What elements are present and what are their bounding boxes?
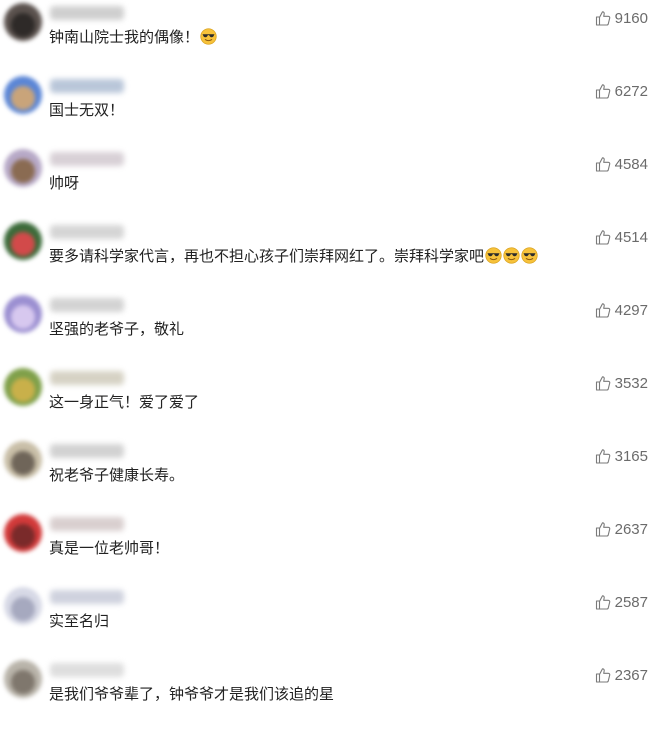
like-count: 4584: [614, 155, 648, 173]
comment-item: 真是一位老帅哥！ 2637: [0, 511, 665, 583]
avatar[interactable]: [4, 3, 42, 41]
comment-item: 坚强的老爷子，敬礼 4297: [0, 292, 665, 364]
like-count: 6272: [614, 82, 648, 100]
like-count: 3165: [614, 447, 648, 465]
thumbs-up-icon: [595, 84, 610, 99]
thumbs-up-icon: [595, 595, 610, 610]
username-blurred[interactable]: [50, 79, 124, 93]
thumbs-up-icon: [595, 157, 610, 172]
sunglasses-emoji-icon: [503, 247, 520, 264]
avatar[interactable]: [4, 295, 42, 333]
thumbs-up-icon: [595, 11, 610, 26]
like-count: 3532: [614, 374, 648, 392]
comment-item: 祝老爷子健康长寿。 3165: [0, 438, 665, 510]
avatar[interactable]: [4, 149, 42, 187]
emoji-group: [484, 247, 538, 265]
comment-item: 实至名归 2587: [0, 584, 665, 656]
comment-item: 国士无双！ 6272: [0, 73, 665, 145]
comment-text-content: 真是一位老帅哥！: [49, 539, 170, 557]
like-button[interactable]: 2587: [595, 593, 648, 611]
comment-text: 真是一位老帅哥！: [49, 537, 169, 559]
comment-text-content: 帅呀: [49, 174, 80, 192]
thumbs-up-icon: [595, 230, 610, 245]
comment-text: 祝老爷子健康长寿。: [49, 464, 184, 486]
comment-text: 坚强的老爷子，敬礼: [49, 318, 184, 340]
like-button[interactable]: 9160: [595, 9, 648, 27]
like-button[interactable]: 4584: [595, 155, 648, 173]
like-button[interactable]: 2637: [595, 520, 648, 538]
like-count: 9160: [614, 9, 648, 27]
comment-list: 钟南山院士我的偶像！ 9160 国士无双！ 6272 帅呀 4584 要多请科学…: [0, 0, 665, 729]
username-blurred[interactable]: [50, 152, 124, 166]
thumbs-up-icon: [595, 303, 610, 318]
username-blurred[interactable]: [50, 6, 124, 20]
comment-text: 帅呀: [49, 172, 79, 194]
comment-text-content: 实至名归: [49, 612, 110, 630]
comment-text-content: 祝老爷子健康长寿。: [49, 466, 185, 484]
comment-item: 帅呀 4584: [0, 146, 665, 218]
username-blurred[interactable]: [50, 663, 124, 677]
like-button[interactable]: 4514: [595, 228, 648, 246]
comment-item: 要多请科学家代言，再也不担心孩子们崇拜网红了。崇拜科学家吧 4514: [0, 219, 665, 291]
thumbs-up-icon: [595, 668, 610, 683]
comment-text: 是我们爷爷辈了，钟爷爷才是我们该追的星: [49, 683, 334, 705]
comment-text: 钟南山院士我的偶像！: [49, 26, 217, 48]
like-button[interactable]: 2367: [595, 666, 648, 684]
like-count: 4297: [614, 301, 648, 319]
username-blurred[interactable]: [50, 225, 124, 239]
sunglasses-emoji-icon: [485, 247, 502, 264]
comment-text-content: 是我们爷爷辈了，钟爷爷才是我们该追的星: [49, 685, 335, 703]
username-blurred[interactable]: [50, 444, 124, 458]
avatar[interactable]: [4, 514, 42, 552]
comment-text: 实至名归: [49, 610, 109, 632]
like-count: 4514: [614, 228, 648, 246]
avatar[interactable]: [4, 660, 42, 698]
avatar[interactable]: [4, 76, 42, 114]
comment-text-content: 这一身正气！爱了爱了: [49, 393, 200, 411]
comment-text: 国士无双！: [49, 99, 124, 121]
comment-text-content: 要多请科学家代言，再也不担心孩子们崇拜网红了。崇拜科学家吧: [49, 247, 485, 265]
like-button[interactable]: 4297: [595, 301, 648, 319]
thumbs-up-icon: [595, 376, 610, 391]
comment-item: 钟南山院士我的偶像！ 9160: [0, 0, 665, 72]
like-button[interactable]: 3165: [595, 447, 648, 465]
comment-text-content: 钟南山院士我的偶像！: [49, 28, 200, 46]
emoji-group: [199, 28, 217, 46]
thumbs-up-icon: [595, 522, 610, 537]
username-blurred[interactable]: [50, 371, 124, 385]
avatar[interactable]: [4, 441, 42, 479]
like-button[interactable]: 3532: [595, 374, 648, 392]
sunglasses-emoji-icon: [200, 28, 217, 45]
comment-item: 这一身正气！爱了爱了 3532: [0, 365, 665, 437]
username-blurred[interactable]: [50, 517, 124, 531]
comment-text: 要多请科学家代言，再也不担心孩子们崇拜网红了。崇拜科学家吧: [49, 245, 538, 267]
comment-text-content: 坚强的老爷子，敬礼: [49, 320, 185, 338]
comment-text: 这一身正气！爱了爱了: [49, 391, 199, 413]
avatar[interactable]: [4, 368, 42, 406]
username-blurred[interactable]: [50, 298, 124, 312]
thumbs-up-icon: [595, 449, 610, 464]
like-count: 2637: [614, 520, 648, 538]
like-button[interactable]: 6272: [595, 82, 648, 100]
comment-text-content: 国士无双！: [49, 101, 125, 119]
sunglasses-emoji-icon: [521, 247, 538, 264]
like-count: 2367: [614, 666, 648, 684]
avatar[interactable]: [4, 587, 42, 625]
like-count: 2587: [614, 593, 648, 611]
username-blurred[interactable]: [50, 590, 124, 604]
avatar[interactable]: [4, 222, 42, 260]
comment-item: 是我们爷爷辈了，钟爷爷才是我们该追的星 2367: [0, 657, 665, 729]
